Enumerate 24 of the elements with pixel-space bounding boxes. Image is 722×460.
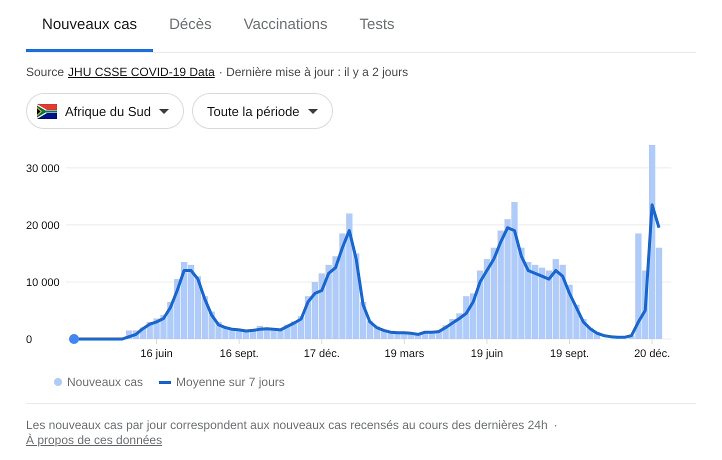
tab[interactable]: Vaccinations (228, 0, 344, 52)
footer-note: Les nouveaux cas par jour correspondent aux nouveaux cas recensés au cours des dernières 24h (26, 418, 548, 433)
y-tick-label: 30 000 (26, 162, 60, 175)
about-data-link[interactable]: À propos de ces données (26, 433, 162, 447)
source-label: Source (26, 65, 64, 79)
y-tick-label: 0 (26, 334, 32, 346)
separator: · (554, 418, 558, 433)
y-tick-label: 20 000 (26, 220, 60, 232)
tab[interactable]: Décès (153, 0, 228, 52)
update-time: · Dernière mise à jour : il y a 2 jours (218, 65, 408, 79)
y-tick-label: 10 000 (26, 276, 60, 289)
tab[interactable]: Tests (344, 0, 411, 52)
period-dropdown[interactable]: Toute la période (192, 93, 333, 129)
x-tick-label: 19 sept. (550, 348, 590, 360)
x-tick-label: 20 déc. (634, 348, 670, 360)
legend-label: Moyenne sur 7 jours (176, 375, 285, 389)
legend-label: Nouveaux cas (67, 375, 144, 389)
x-tick-label: 19 juin (470, 348, 504, 360)
x-tick-label: 17 déc. (304, 348, 340, 360)
country-dropdown[interactable]: Afrique du Sud (26, 93, 184, 129)
x-tick-label: 16 juin (140, 348, 173, 360)
source-link[interactable]: JHU CSSE COVID-19 Data (68, 65, 215, 79)
x-tick-label: 16 sept. (220, 348, 259, 360)
x-tick-label: 19 mars (384, 348, 424, 360)
